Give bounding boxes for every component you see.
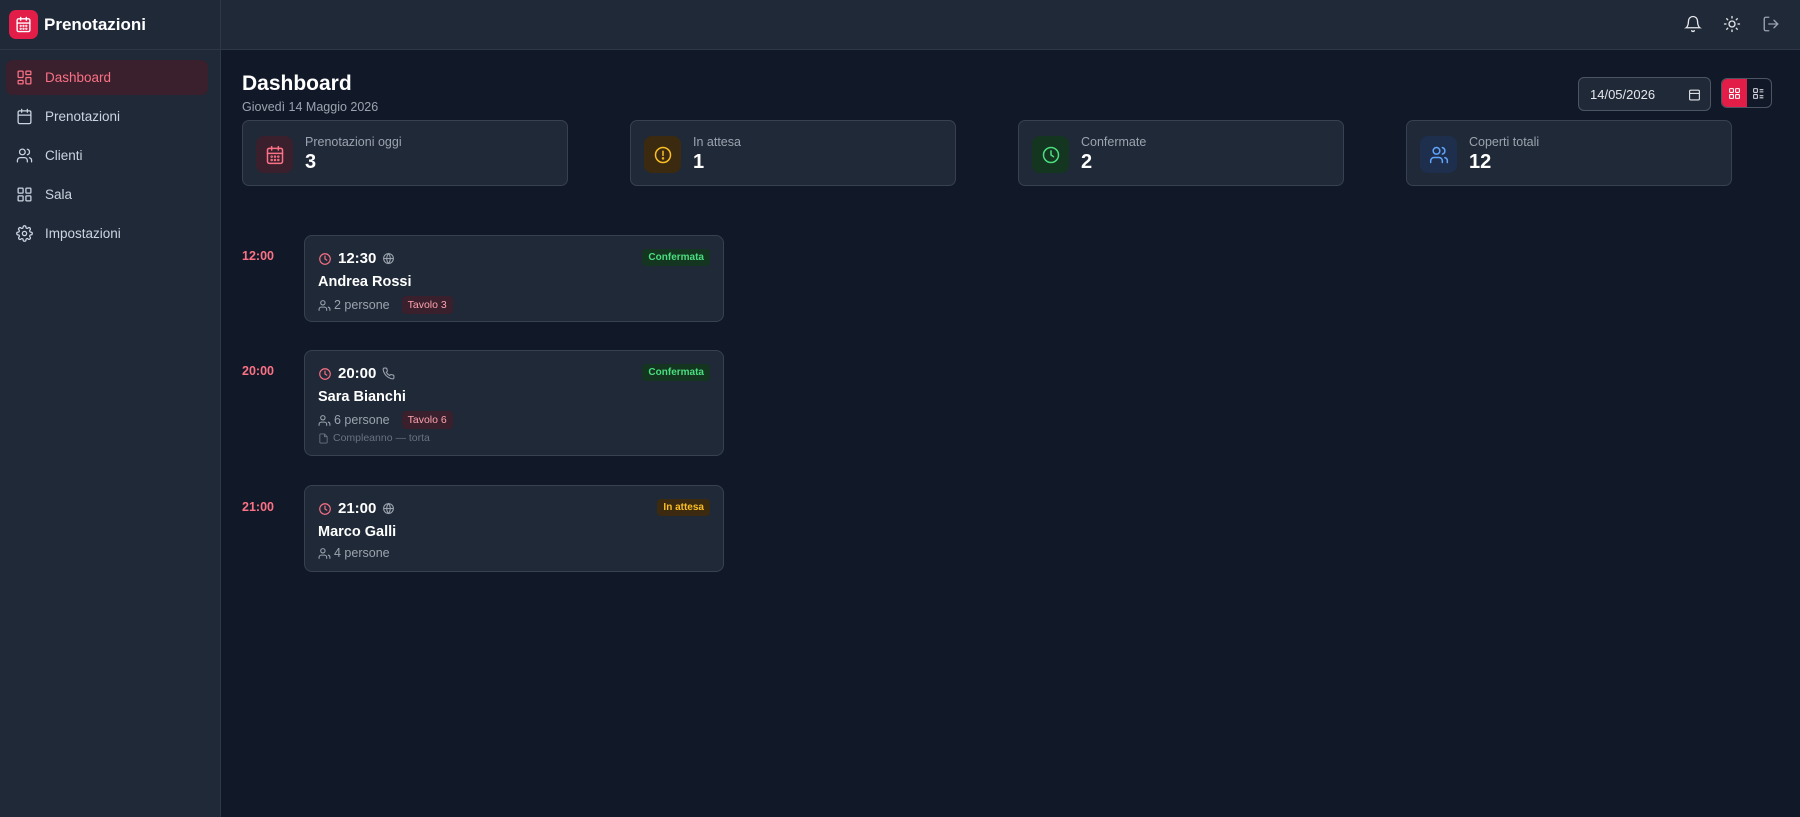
reservation-time: 12:30 bbox=[338, 250, 377, 267]
users-icon bbox=[318, 547, 331, 559]
stat-value: 1 bbox=[693, 151, 705, 173]
status-badge: Confermata bbox=[642, 364, 710, 381]
logout-icon[interactable] bbox=[1760, 13, 1782, 35]
stat-card-coperti-totali: Coperti totali 12 bbox=[1406, 120, 1732, 186]
sidebar-item-clienti[interactable]: Clienti bbox=[6, 138, 208, 173]
calendar-icon bbox=[17, 108, 32, 125]
dashboard-icon bbox=[17, 70, 32, 85]
sidebar-item-sala[interactable]: Sala bbox=[6, 177, 208, 212]
timeline-slot-label: 21:00 bbox=[242, 500, 274, 514]
globe-icon bbox=[383, 252, 395, 265]
status-badge: In attesa bbox=[657, 499, 710, 516]
brand: Prenotazioni bbox=[0, 0, 220, 50]
clock-icon bbox=[319, 367, 331, 380]
calendar-icon[interactable] bbox=[1688, 88, 1701, 101]
reservation-header: 21:00 bbox=[318, 500, 395, 517]
table-tag: Tavolo 3 bbox=[401, 296, 453, 314]
sidebar-item-impostazioni[interactable]: Impostazioni bbox=[6, 216, 208, 251]
stat-value: 2 bbox=[1081, 151, 1093, 173]
reservation-card[interactable]: 21:00 In attesa Marco Galli 4 persone bbox=[304, 485, 724, 572]
alert-circle-icon bbox=[644, 136, 681, 173]
view-toggle bbox=[1721, 78, 1772, 108]
grid-view-icon bbox=[1728, 87, 1740, 99]
stat-card-prenotazioni-oggi: Prenotazioni oggi 3 bbox=[242, 120, 568, 186]
table-tag: Tavolo 6 bbox=[401, 411, 453, 429]
stat-label: Coperti totali bbox=[1469, 135, 1540, 149]
bell-icon[interactable] bbox=[1682, 13, 1704, 35]
stat-value: 3 bbox=[305, 151, 317, 173]
stat-label: Confermate bbox=[1081, 135, 1147, 149]
sidebar-item-label: Impostazioni bbox=[45, 226, 121, 241]
users-icon bbox=[1420, 136, 1457, 173]
clock-icon bbox=[1032, 136, 1069, 173]
users-icon bbox=[318, 414, 331, 426]
page-subtitle: Giovedì 14 Maggio 2026 bbox=[242, 100, 379, 114]
reservation-meta: 6 persone Tavolo 6 bbox=[318, 411, 453, 429]
grid-icon bbox=[17, 187, 32, 202]
note-icon bbox=[319, 432, 328, 444]
list-view-button[interactable] bbox=[1747, 79, 1772, 107]
reservation-card[interactable]: 20:00 Confermata Sara Bianchi 6 persone … bbox=[304, 350, 724, 456]
stat-card-in-attesa: In attesa 1 bbox=[630, 120, 956, 186]
page-title: Dashboard bbox=[242, 72, 352, 95]
guest-count: 6 persone bbox=[334, 413, 390, 427]
reservation-card[interactable]: 12:30 Confermata Andrea Rossi 2 persone … bbox=[304, 235, 724, 322]
list-view-icon bbox=[1753, 87, 1764, 99]
reservation-header: 20:00 bbox=[318, 365, 395, 382]
reservation-name: Sara Bianchi bbox=[318, 389, 406, 405]
users-icon bbox=[318, 299, 331, 311]
reservation-name: Marco Galli bbox=[318, 524, 397, 540]
sidebar-nav: Dashboard Prenotazioni Clienti Sala Impo… bbox=[0, 50, 220, 251]
reservation-meta: 2 persone Tavolo 3 bbox=[318, 296, 453, 314]
stat-card-confermate: Confermate 2 bbox=[1018, 120, 1344, 186]
main-content: Dashboard Giovedì 14 Maggio 2026 14/05/2… bbox=[221, 50, 1800, 817]
clock-icon bbox=[319, 252, 331, 265]
reservation-header: 12:30 bbox=[318, 250, 395, 267]
sun-icon[interactable] bbox=[1721, 13, 1743, 35]
reservation-note: Compleanno — torta bbox=[318, 432, 430, 444]
calendar-icon bbox=[256, 136, 293, 173]
timeline-slot-label: 12:00 bbox=[242, 249, 274, 263]
gear-icon bbox=[16, 225, 33, 242]
grid-view-button[interactable] bbox=[1722, 79, 1747, 107]
reservation-time: 21:00 bbox=[338, 500, 377, 517]
guest-count: 4 persone bbox=[334, 546, 390, 560]
reservation-name: Andrea Rossi bbox=[318, 274, 412, 290]
stat-label: In attesa bbox=[693, 135, 741, 149]
sidebar-item-label: Clienti bbox=[45, 148, 83, 163]
sidebar-item-prenotazioni[interactable]: Prenotazioni bbox=[6, 99, 208, 134]
reservation-time: 20:00 bbox=[338, 365, 377, 382]
guest-count: 2 persone bbox=[334, 298, 390, 312]
status-badge: Confermata bbox=[642, 249, 710, 266]
globe-icon bbox=[383, 502, 395, 515]
reservation-meta: 4 persone bbox=[318, 546, 390, 560]
app-title: Prenotazioni bbox=[44, 14, 147, 34]
calendar-logo-icon bbox=[9, 10, 38, 39]
date-value: 14/05/2026 bbox=[1590, 86, 1656, 102]
sidebar: Prenotazioni Dashboard Prenotazioni Clie… bbox=[0, 0, 221, 817]
stat-label: Prenotazioni oggi bbox=[305, 135, 402, 149]
sidebar-item-label: Dashboard bbox=[45, 70, 112, 85]
note-text: Compleanno — torta bbox=[333, 432, 430, 444]
phone-icon bbox=[382, 367, 395, 380]
sidebar-item-label: Prenotazioni bbox=[45, 109, 121, 124]
sidebar-item-label: Sala bbox=[45, 187, 73, 202]
sidebar-item-dashboard[interactable]: Dashboard bbox=[6, 60, 208, 95]
date-picker[interactable]: 14/05/2026 bbox=[1578, 77, 1711, 111]
users-icon bbox=[16, 148, 33, 163]
topbar bbox=[221, 0, 1800, 50]
clock-icon bbox=[319, 502, 331, 515]
stat-value: 12 bbox=[1469, 151, 1492, 173]
timeline-slot-label: 20:00 bbox=[242, 364, 274, 378]
